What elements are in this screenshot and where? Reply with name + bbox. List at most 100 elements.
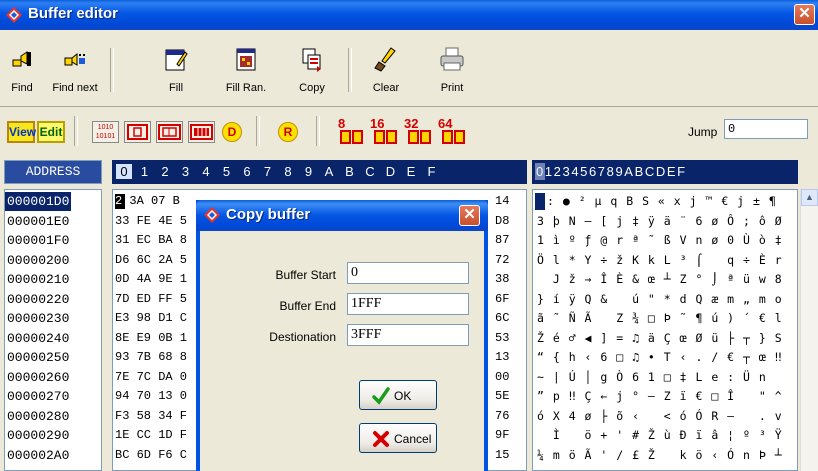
address-cell[interactable]: 00000270 bbox=[7, 387, 69, 406]
bracket-4-icon bbox=[190, 124, 213, 140]
hex-last-byte[interactable]: 15 bbox=[495, 446, 509, 465]
address-cell[interactable]: 000002A0 bbox=[7, 446, 69, 465]
hex-last-byte[interactable]: 13 bbox=[495, 348, 509, 367]
address-row: 00000210 bbox=[5, 270, 101, 289]
hex-bytes[interactable]: 0D 4A 9E 1 bbox=[115, 270, 187, 289]
address-cell[interactable]: 00000200 bbox=[7, 251, 69, 270]
hex-column-header: A bbox=[324, 164, 334, 179]
address-cell[interactable]: 000001F0 bbox=[7, 231, 69, 250]
hex-bytes[interactable]: F3 58 34 F bbox=[115, 407, 187, 426]
address-cell[interactable]: 00000240 bbox=[7, 329, 69, 348]
dwords-mode-button[interactable] bbox=[188, 121, 215, 143]
hex-bytes[interactable]: 94 70 13 0 bbox=[115, 387, 187, 406]
edit-mode-button[interactable]: Edit bbox=[37, 121, 65, 143]
hex-column-header: C bbox=[365, 164, 375, 179]
address-cell[interactable]: 00000290 bbox=[7, 426, 69, 445]
hex-last-byte[interactable]: 5E bbox=[495, 387, 509, 406]
destination-input[interactable] bbox=[347, 324, 469, 346]
ok-button[interactable]: OK bbox=[359, 380, 437, 410]
bytes-mode-button[interactable] bbox=[124, 121, 151, 143]
hex-bytes[interactable]: 7D ED FF 5 bbox=[115, 290, 187, 309]
hex-bytes[interactable]: D6 6C 2A 5 bbox=[115, 251, 187, 270]
hex-last-byte[interactable]: 76 bbox=[495, 407, 509, 426]
hex-bytes[interactable]: 1E CC 1D F bbox=[115, 426, 187, 445]
buffer-end-input[interactable] bbox=[347, 293, 469, 315]
address-cell[interactable]: 000001E0 bbox=[7, 212, 69, 231]
address-cell[interactable]: 00000230 bbox=[7, 309, 69, 328]
clear-icon bbox=[374, 47, 396, 72]
ascii-text[interactable]: ” p ‼ Ç ← j ° – Z ï € □ Î " ^ bbox=[537, 387, 783, 406]
ascii-text[interactable]: 1 ì º ƒ @ r ª ˜ ß V n ø 0 Ù ò ‡ bbox=[537, 231, 783, 250]
print-button[interactable]: Print bbox=[430, 30, 474, 102]
ascii-text[interactable]: 3 þ N – [ j ‡ ÿ ä ¨ 6 ø Ô ; ô Ø bbox=[537, 212, 783, 231]
window-close-button[interactable]: ✕ bbox=[794, 4, 815, 25]
hex-bytes[interactable]: 33 FE 4E 5 bbox=[115, 212, 187, 231]
ascii-text[interactable]: Ö l * Y ÷ ž K k L ³ ⌠ q ÷ È r bbox=[537, 251, 783, 270]
copy-label: Copy bbox=[299, 82, 325, 94]
dialog-close-button[interactable]: ✕ bbox=[459, 205, 480, 226]
hex-bytes[interactable]: BC 6D F6 C bbox=[115, 446, 187, 465]
hex-last-byte[interactable]: 72 bbox=[495, 251, 509, 270]
decimal-toggle-button[interactable]: D bbox=[222, 122, 242, 142]
hex-bytes[interactable]: 2 3A 07 B bbox=[115, 192, 180, 211]
address-cell[interactable]: 00000280 bbox=[7, 407, 69, 426]
fill-button[interactable]: Fill bbox=[156, 30, 196, 102]
hex-bytes[interactable]: 7E 7C DA 0 bbox=[115, 368, 187, 387]
ascii-row: 3 þ N – [ j ‡ ÿ ä ¨ 6 ø Ô ; ô Ø bbox=[533, 212, 797, 231]
find-next-button[interactable]: Find next bbox=[44, 30, 106, 102]
address-cell[interactable]: 00000260 bbox=[7, 368, 69, 387]
address-cell[interactable]: 00000210 bbox=[7, 270, 69, 289]
ascii-text[interactable]: Ì ö + ' # Ž ù Ð ï â ¦ º ³ Ÿ bbox=[537, 426, 783, 445]
hex-bytes[interactable]: 93 7B 68 8 bbox=[115, 348, 187, 367]
vertical-scrollbar[interactable]: ▲ bbox=[800, 189, 818, 471]
hex-last-byte[interactable]: 6F bbox=[495, 290, 509, 309]
hex-last-byte[interactable]: 87 bbox=[495, 231, 509, 250]
address-cell[interactable]: 000001D0 bbox=[5, 192, 72, 211]
r-toggle-button[interactable]: R bbox=[278, 122, 298, 142]
bits-16-button[interactable]: 16 bbox=[370, 116, 397, 146]
hex-column-header: 3 bbox=[181, 164, 190, 179]
toolbar-separator bbox=[256, 116, 260, 146]
ascii-panel[interactable]: : ● ² µ q B S « x j ™ € j ± ¶ 3 þ N – [ j… bbox=[532, 189, 798, 471]
address-cell[interactable]: 00000220 bbox=[7, 290, 69, 309]
ascii-text[interactable]: ó X 4 ø ├ õ ‹ < ó Ó R – . v bbox=[537, 407, 783, 426]
ascii-text[interactable]: “ { h ‹ 6 □ ♫ • T ‹ . / € ┬ œ ‼ bbox=[537, 348, 783, 367]
copy-button[interactable]: Copy bbox=[290, 30, 334, 102]
address-row: 00000260 bbox=[5, 368, 101, 387]
fill-random-button[interactable]: Fill Ran. bbox=[218, 30, 274, 102]
hex-last-byte[interactable]: 9F bbox=[495, 426, 509, 445]
hex-bytes[interactable]: E3 98 D1 C bbox=[115, 309, 187, 328]
hex-last-byte[interactable]: 00 bbox=[495, 368, 509, 387]
ascii-text[interactable]: Ž é ♂ ◀ ] = ♫ ä Ç œ Ø ü ├ ┬ } S bbox=[537, 329, 783, 348]
hex-last-byte[interactable]: 53 bbox=[495, 329, 509, 348]
hex-last-byte[interactable]: 38 bbox=[495, 270, 509, 289]
view-mode-button[interactable]: View bbox=[7, 121, 36, 143]
hex-bytes[interactable]: 31 EC BA 8 bbox=[115, 231, 187, 250]
ascii-text[interactable]: ~ | Ú │ g Ò 6 1 □ ‡ L e : Ü n bbox=[537, 368, 783, 387]
ascii-text[interactable]: : ● ² µ q B S « x j ™ € j ± ¶ bbox=[547, 192, 777, 211]
buffer-start-input[interactable] bbox=[347, 262, 469, 284]
cancel-button[interactable]: Cancel bbox=[359, 423, 437, 453]
address-panel[interactable]: 000001D0 000001E0 000001F0 00000200 00000210… bbox=[4, 189, 102, 471]
ascii-text[interactable]: ã ˜ Ñ Ã Z ¾ □ Þ ˜ ¶ ú ) ´ € l bbox=[537, 309, 783, 328]
dialog-body: Buffer Start Buffer End Destionation OK … bbox=[200, 231, 484, 471]
binary-mode-button[interactable]: 1010 10101 bbox=[92, 121, 119, 143]
jump-input[interactable] bbox=[724, 119, 808, 139]
hex-bytes[interactable]: 8E E9 0B 1 bbox=[115, 329, 187, 348]
toolbar-separator bbox=[316, 116, 320, 146]
bits-64-button[interactable]: 64 bbox=[438, 116, 465, 146]
address-cell[interactable]: 00000250 bbox=[7, 348, 69, 367]
ascii-column-header: 0123456789ABCDEF bbox=[532, 160, 798, 184]
ascii-text[interactable]: ¼ m ö Ã ' ∕ £ Ž k ö ‹ Ó n Þ ┴ bbox=[537, 446, 783, 465]
words-mode-button[interactable] bbox=[156, 121, 183, 143]
scroll-up-arrow-icon[interactable]: ▲ bbox=[801, 189, 818, 206]
bits-32-button[interactable]: 32 bbox=[404, 116, 431, 146]
clear-button[interactable]: Clear bbox=[364, 30, 408, 102]
find-button[interactable]: Find bbox=[2, 30, 42, 102]
ascii-text[interactable]: } í ÿ Q & ú " * d Q æ m „ m o bbox=[537, 290, 783, 309]
ascii-text[interactable]: J ž → Î È & œ ┴ Z ° ⌡ ª ü w 8 bbox=[537, 270, 783, 289]
hex-last-byte[interactable]: D8 bbox=[495, 212, 509, 231]
hex-last-byte[interactable]: 14 bbox=[495, 192, 509, 211]
hex-last-byte[interactable]: 6C bbox=[495, 309, 509, 328]
bits-8-button[interactable]: 8 bbox=[336, 116, 363, 146]
